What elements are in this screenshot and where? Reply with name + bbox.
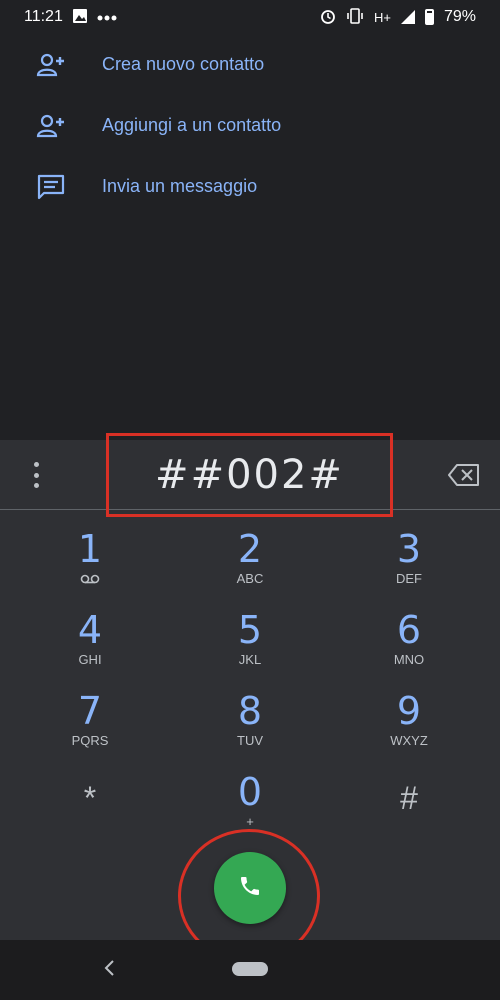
battery-icon [424, 9, 434, 25]
signal-icon [400, 10, 415, 24]
status-left: 11:21 [24, 8, 117, 26]
alarm-icon [320, 8, 336, 26]
status-bar: 11:21 H+ 79% [0, 0, 500, 34]
key-8[interactable]: 8 TUV [195, 691, 305, 766]
key-star[interactable]: * [35, 772, 145, 847]
key-letters: JKL [238, 652, 262, 667]
key-1[interactable]: 1 [35, 529, 145, 604]
network-type: H+ [373, 9, 391, 25]
send-message-label: Invia un messaggio [102, 176, 258, 196]
add-to-contact-row[interactable]: Aggiungi a un contatto [0, 95, 500, 156]
key-digit: 9 [396, 689, 422, 733]
key-letters: + [246, 814, 254, 829]
key-digit: 8 [237, 689, 263, 733]
key-5[interactable]: 5 JKL [195, 610, 305, 685]
status-time: 11:21 [24, 8, 63, 25]
image-icon [72, 9, 87, 25]
voicemail-icon [80, 571, 100, 589]
home-pill[interactable] [232, 962, 268, 976]
key-letters: WXYZ [390, 733, 428, 748]
key-digit: 1 [77, 527, 103, 571]
key-4[interactable]: 4 GHI [35, 610, 145, 685]
key-letters: GHI [78, 652, 102, 667]
key-6[interactable]: 6 MNO [354, 610, 464, 685]
phone-icon [238, 874, 262, 903]
dialed-digits-field[interactable]: ##002# [106, 433, 393, 517]
key-digit: 5 [237, 608, 263, 652]
more-dots-icon [97, 10, 117, 24]
backspace-icon[interactable] [448, 464, 480, 486]
key-digit: * [83, 780, 97, 816]
key-digit: 0 [237, 770, 263, 814]
key-letters: TUV [237, 733, 263, 748]
key-letters: MNO [393, 652, 425, 667]
action-list: Crea nuovo contatto Aggiungi a un contat… [0, 34, 500, 217]
key-2[interactable]: 2 ABC [195, 529, 305, 604]
key-hash[interactable]: # [354, 772, 464, 847]
create-contact-label: Crea nuovo contatto [102, 54, 265, 74]
digits-row: ##002# [0, 433, 500, 517]
key-letters: ABC [236, 571, 264, 586]
message-icon [36, 172, 66, 202]
status-right: H+ 79% [320, 8, 476, 26]
call-button[interactable] [214, 852, 286, 924]
key-digit: 4 [77, 608, 103, 652]
key-digit: # [400, 780, 418, 816]
key-letters: PQRS [71, 733, 109, 748]
key-digit: 6 [396, 608, 422, 652]
key-digit: 2 [237, 527, 263, 571]
dialed-digits: ##002# [155, 452, 344, 498]
key-digit: 7 [77, 689, 103, 733]
add-person-icon [36, 111, 66, 141]
battery-percent: 79% [443, 8, 476, 25]
back-icon[interactable] [100, 958, 122, 980]
key-3[interactable]: 3 DEF [354, 529, 464, 604]
vibrate-icon [346, 8, 364, 26]
send-message-row[interactable]: Invia un messaggio [0, 156, 500, 217]
key-9[interactable]: 9 WXYZ [354, 691, 464, 766]
create-contact-row[interactable]: Crea nuovo contatto [0, 34, 500, 95]
key-digit: 3 [396, 527, 422, 571]
add-to-contact-label: Aggiungi a un contatto [102, 115, 282, 135]
add-person-icon [36, 50, 66, 80]
navigation-bar [0, 940, 500, 1000]
overflow-menu-icon[interactable] [26, 462, 46, 488]
key-7[interactable]: 7 PQRS [35, 691, 145, 766]
key-letters: DEF [396, 571, 422, 586]
